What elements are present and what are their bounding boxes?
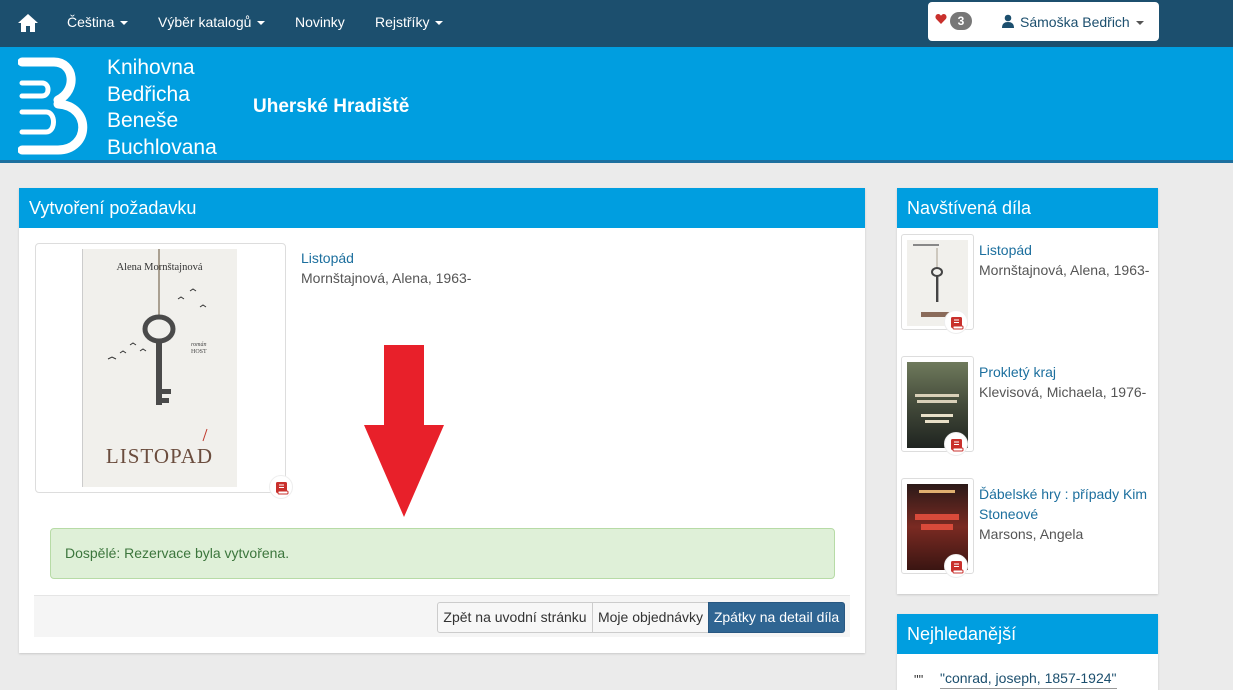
book-type-badge xyxy=(944,310,968,334)
back-to-home-button[interactable]: Zpět na uvodní stránku xyxy=(437,602,593,633)
request-panel: Vytvoření požadavku Alena Mornštajnová r… xyxy=(19,188,865,653)
most-searched-panel: Nejhledanější "" "conrad, joseph, 1857-1… xyxy=(897,614,1158,690)
book-type-badge xyxy=(269,475,293,499)
nav-catalog-select[interactable]: Výběr katalogů xyxy=(158,14,266,31)
panel-title: Navštívená díla xyxy=(897,188,1158,228)
book-title-link[interactable]: Listopád xyxy=(301,250,354,266)
back-to-detail-button[interactable]: Zpátky na detail díla xyxy=(708,602,845,633)
visited-author: Klevisová, Michaela, 1976- xyxy=(979,384,1147,400)
header-banner: Knihovna Bedřicha Beneše Buchlovana Uher… xyxy=(0,47,1233,163)
visited-author: Marsons, Angela xyxy=(979,526,1084,542)
book-type-badge xyxy=(944,554,968,578)
list-item: Listopád Mornštajnová, Alena, 1963- xyxy=(897,234,1158,334)
visited-title-link[interactable]: Listopád xyxy=(979,240,1155,260)
user-icon xyxy=(1002,14,1014,28)
visited-item-text: Ďábelské hry : případy Kim Stoneové Mars… xyxy=(979,484,1155,544)
chevron-down-icon xyxy=(120,21,129,26)
cover-image: Alena Mornštajnová román HOST LISTOPAD xyxy=(82,249,237,487)
city-name: Uherské Hradiště xyxy=(253,96,410,117)
search-term-link[interactable]: "conrad, joseph, 1857-1924" xyxy=(940,670,1117,689)
visited-author: Mornštajnová, Alena, 1963- xyxy=(979,262,1150,278)
book-cover[interactable]: Alena Mornštajnová román HOST LISTOPAD xyxy=(35,243,286,493)
down-arrow-annotation xyxy=(364,345,444,517)
nav-language[interactable]: Čeština xyxy=(67,14,129,31)
list-item: Ďábelské hry : případy Kim Stoneové Mars… xyxy=(897,478,1158,578)
book-icon xyxy=(276,482,289,495)
nav-news[interactable]: Novinky xyxy=(295,14,345,31)
book-icon xyxy=(951,561,964,574)
cover-subtitle: román HOST xyxy=(191,342,207,355)
list-item: Prokletý kraj Klevisová, Michaela, 1976- xyxy=(897,356,1158,456)
library-logo[interactable] xyxy=(18,56,94,156)
visited-works-panel: Navštívená díla Listopád Mornštajnová, A… xyxy=(897,188,1158,594)
book-type-badge xyxy=(944,432,968,456)
my-orders-button[interactable]: Moje objednávky xyxy=(592,602,709,633)
chevron-down-icon xyxy=(435,21,444,26)
favorites-count-badge[interactable]: 3 xyxy=(950,12,972,30)
chevron-down-icon xyxy=(257,21,266,26)
success-alert: Dospělé: Rezervace byla vytvořena. xyxy=(50,528,835,579)
user-menu[interactable]: Sámoška Bedřich xyxy=(1020,14,1130,30)
heart-icon[interactable] xyxy=(935,13,947,25)
panel-title: Nejhledanější xyxy=(897,614,1158,654)
search-term-prefix: "" xyxy=(914,672,924,687)
visited-item-text: Prokletý kraj Klevisová, Michaela, 1976- xyxy=(979,362,1155,402)
cover-title-text: LISTOPAD xyxy=(105,444,214,468)
user-box: 3 Sámoška Bedřich xyxy=(928,2,1159,41)
book-icon xyxy=(951,317,964,330)
chevron-down-icon[interactable] xyxy=(1136,21,1144,25)
top-navbar: Čeština Výběr katalogů Novinky Rejstříky… xyxy=(0,0,1233,47)
library-name: Knihovna Bedřicha Beneše Buchlovana xyxy=(107,56,217,159)
book-icon xyxy=(951,439,964,452)
visited-item-text: Listopád Mornštajnová, Alena, 1963- xyxy=(979,240,1155,280)
book-author: Mornštajnová, Alena, 1963- xyxy=(301,270,472,286)
nav-indexes[interactable]: Rejstříky xyxy=(375,14,444,31)
action-bar: Zpět na uvodní stránku Moje objednávky Z… xyxy=(34,595,850,637)
panel-title: Vytvoření požadavku xyxy=(19,188,865,228)
home-icon[interactable] xyxy=(17,12,39,34)
visited-title-link[interactable]: Prokletý kraj xyxy=(979,362,1155,382)
visited-title-link[interactable]: Ďábelské hry : případy Kim Stoneové xyxy=(979,484,1155,524)
